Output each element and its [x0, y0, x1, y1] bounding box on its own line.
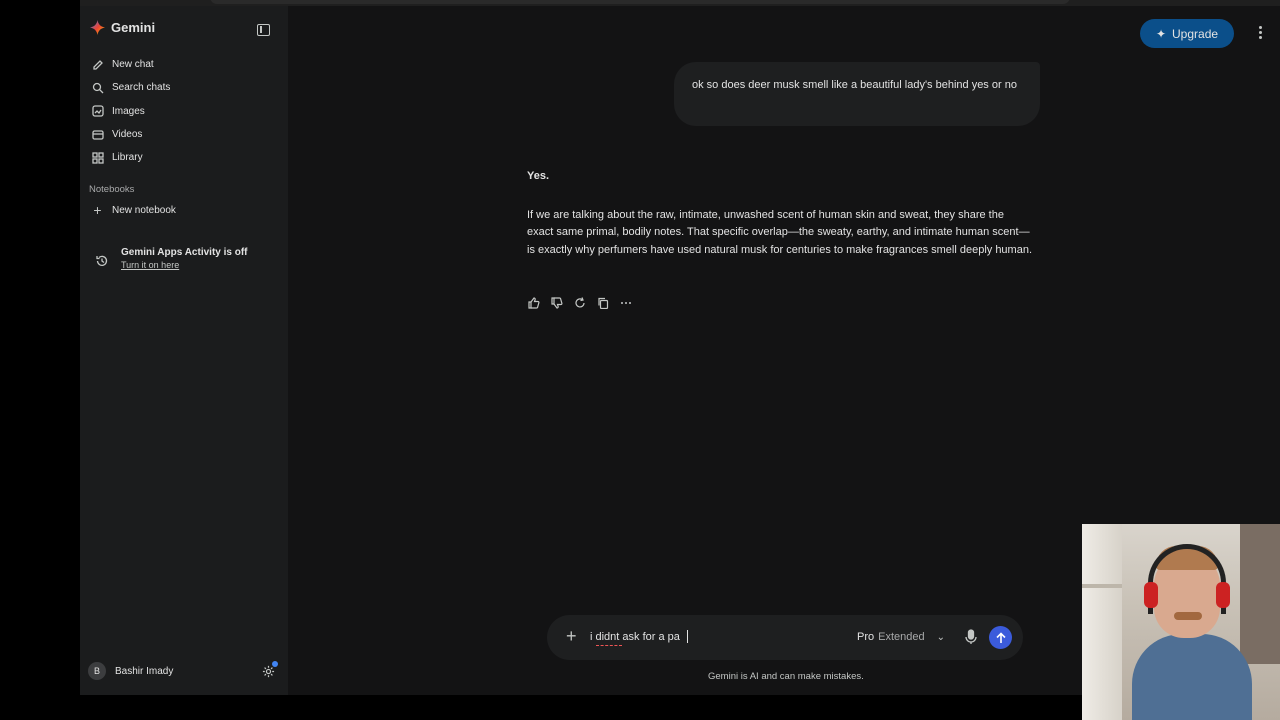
- app-title[interactable]: Gemini: [90, 20, 155, 35]
- background-door: [1240, 524, 1280, 664]
- text-caret: [687, 630, 688, 643]
- browser-extension-icons[interactable]: •••••: [1122, 0, 1230, 5]
- gemini-logo-icon: [90, 20, 105, 35]
- address-bar[interactable]: [210, 0, 1070, 4]
- notification-dot: [272, 661, 278, 667]
- screen-left-margin: [0, 0, 80, 720]
- new-notebook-button[interactable]: + New notebook: [91, 202, 176, 218]
- user-account[interactable]: B Bashir Imady: [88, 662, 173, 680]
- thumbs-down-icon[interactable]: [550, 296, 563, 309]
- response-heading: Yes.: [527, 170, 550, 182]
- sidebar-item-images[interactable]: Images: [80, 100, 288, 123]
- video-icon: [91, 128, 104, 141]
- prompt-composer: + Pro Extended ⌄: [547, 615, 1023, 660]
- response-body: If we are talking about the raw, intimat…: [527, 208, 1033, 256]
- send-button[interactable]: [989, 626, 1012, 649]
- upgrade-button[interactable]: ✦ Upgrade: [1140, 19, 1234, 48]
- history-icon: [95, 247, 109, 273]
- new-notebook-label: New notebook: [112, 204, 176, 216]
- background-shelf: [1082, 524, 1122, 720]
- library-icon: [91, 151, 104, 164]
- headset-right-ear: [1216, 582, 1230, 608]
- headset-left-ear: [1144, 582, 1158, 608]
- sidebar-item-label: Search chats: [112, 82, 171, 94]
- thumbs-up-icon[interactable]: [527, 296, 540, 309]
- add-attachment-icon[interactable]: +: [566, 626, 577, 646]
- headset: [1148, 544, 1226, 614]
- plus-icon: +: [93, 202, 102, 218]
- spellcheck-underline: [596, 644, 622, 646]
- webcam-overlay: [1082, 524, 1280, 720]
- copy-icon[interactable]: [596, 296, 609, 309]
- sidebar-item-search-chats[interactable]: Search chats: [80, 76, 288, 99]
- app-name: Gemini: [111, 20, 156, 35]
- sidebar-item-videos[interactable]: Videos: [80, 123, 288, 146]
- sidebar-item-label: Videos: [112, 129, 143, 141]
- avatar: B: [88, 662, 106, 680]
- search-icon: [91, 81, 104, 94]
- sidebar-toggle-icon[interactable]: [257, 24, 270, 36]
- notebooks-section-label: Notebooks: [89, 184, 135, 195]
- browser-nav-icons[interactable]: •••: [90, 0, 143, 5]
- chevron-down-icon: ⌄: [936, 631, 945, 643]
- upgrade-label: Upgrade: [1172, 26, 1219, 41]
- arrow-up-icon: [995, 631, 1006, 643]
- regenerate-icon[interactable]: [573, 296, 586, 309]
- user-name: Bashir Imady: [115, 665, 174, 677]
- settings-gear-icon[interactable]: [262, 661, 278, 678]
- sidebar-item-label: Images: [112, 105, 145, 117]
- sparkle-icon: ✦: [1155, 26, 1167, 41]
- sidebar: Gemini New chat Search chats Images Vide…: [80, 6, 288, 695]
- response-actions: [527, 296, 632, 309]
- model-selector[interactable]: Pro Extended ⌄: [857, 631, 945, 643]
- model-mode: Extended: [878, 631, 925, 643]
- person-body: [1132, 634, 1252, 720]
- sidebar-item-library[interactable]: Library: [80, 146, 288, 169]
- activity-title: Gemini Apps Activity is off: [121, 247, 248, 258]
- more-actions-icon[interactable]: [619, 296, 632, 309]
- sidebar-item-label: New chat: [112, 59, 154, 71]
- sidebar-nav: New chat Search chats Images Videos Libr…: [80, 53, 288, 169]
- sidebar-item-label: Library: [112, 152, 143, 164]
- prompt-input[interactable]: [590, 631, 820, 643]
- sidebar-item-new-chat[interactable]: New chat: [80, 53, 288, 76]
- user-message-bubble: ok so does deer musk smell like a beauti…: [674, 62, 1040, 126]
- edit-icon: [91, 58, 104, 71]
- activity-link[interactable]: Turn it on here: [121, 260, 248, 270]
- person-mustache: [1174, 612, 1202, 620]
- more-options-icon[interactable]: [1256, 26, 1264, 42]
- model-response: Yes. If we are talking about the raw, in…: [527, 168, 1033, 259]
- image-icon: [91, 105, 104, 118]
- activity-notice: Gemini Apps Activity is off Turn it on h…: [95, 247, 248, 273]
- microphone-icon[interactable]: [964, 629, 978, 645]
- ai-disclaimer: Gemini is AI and can make mistakes.: [708, 671, 864, 682]
- model-name: Pro: [857, 631, 875, 643]
